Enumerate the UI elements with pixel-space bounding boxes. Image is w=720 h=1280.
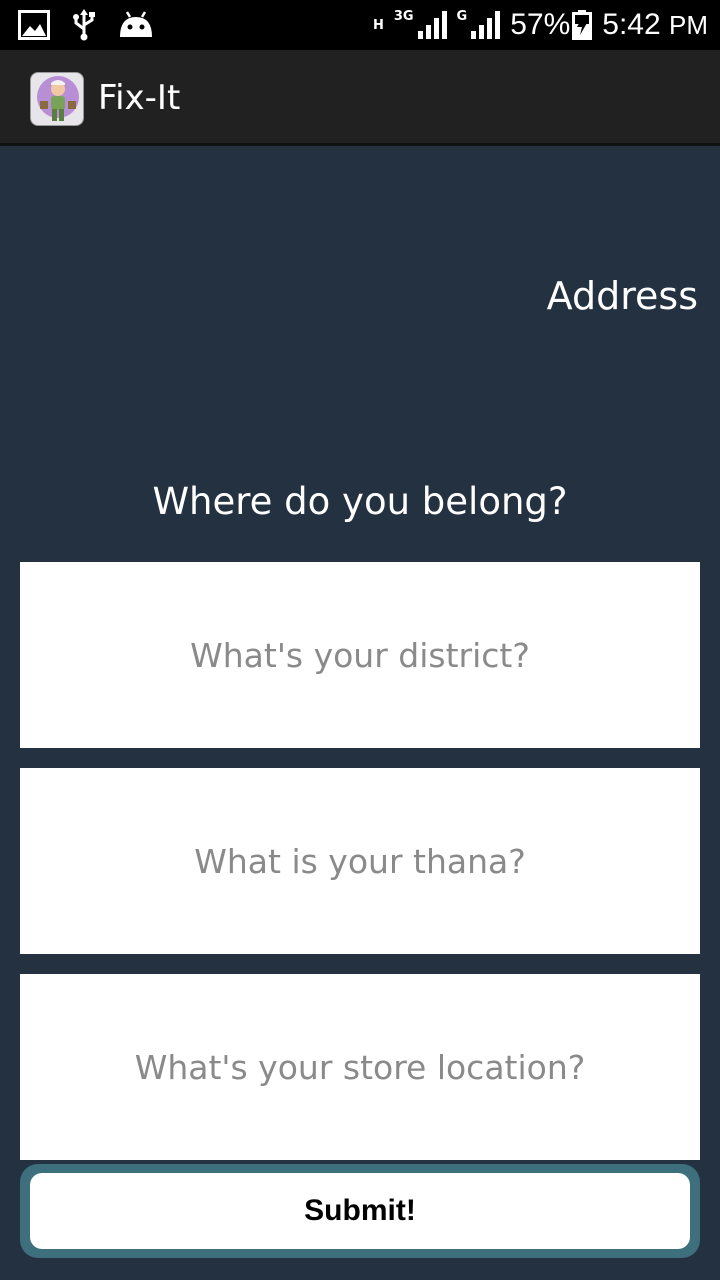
signal-icon	[471, 11, 501, 39]
store-location-input[interactable]	[20, 974, 700, 1160]
submit-button[interactable]: Submit!	[30, 1173, 690, 1249]
app-title: Fix-It	[98, 78, 181, 118]
hspa-label: H	[372, 17, 384, 33]
battery-charging-icon	[572, 10, 593, 40]
usb-icon	[72, 9, 96, 41]
fixit-logo-icon[interactable]	[30, 72, 84, 126]
battery-percentage: 57%	[510, 8, 571, 41]
android-icon	[118, 11, 154, 39]
clock-time: 5:42	[602, 8, 661, 41]
app-bar: Fix-It	[0, 50, 720, 146]
g-label: G	[456, 9, 468, 24]
question-heading: Where do you belong?	[152, 480, 568, 523]
status-bar: H 3G G 57% 5:42 PM	[0, 0, 720, 50]
district-input[interactable]	[20, 562, 700, 748]
thana-input[interactable]	[20, 768, 700, 954]
clock: 5:42 PM	[602, 8, 708, 42]
image-icon	[18, 10, 50, 40]
submit-button-frame: Submit!	[20, 1164, 700, 1258]
3g-label: 3G	[393, 9, 414, 24]
signal-icon	[417, 11, 447, 39]
section-title: Address	[546, 274, 698, 318]
clock-ampm: PM	[669, 10, 708, 40]
